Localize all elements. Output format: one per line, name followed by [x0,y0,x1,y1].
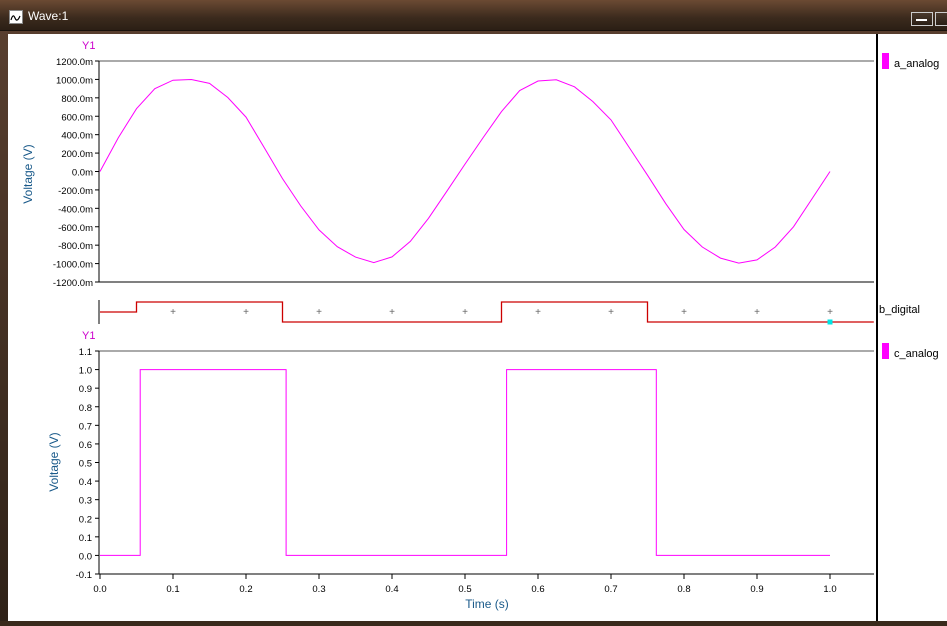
grid-plus: + [243,307,249,318]
x-tick-label: 0.3 [312,584,325,595]
x-tick-label: 0.8 [677,584,690,595]
y-tick-label: 600.0m [61,112,93,123]
y-axis-label-bottom: Voltage (V) [47,432,61,491]
y-tick-label: 800.0m [61,94,93,105]
y-tick-label: 400.0m [61,131,93,142]
x-ticks: 0.0 0.1 0.2 0.3 0.4 0.5 0.6 0.7 0.8 0.9 1.0 [93,574,837,595]
window-title: Wave:1 [28,9,69,23]
legend-swatch-c [882,343,889,359]
legend-swatch-a [882,53,889,69]
x-tick-label: 0.1 [166,584,179,595]
y-tick-label: 0.3 [79,496,92,507]
wave-window: Wave:1 Y1 Voltage (V) 1200.0m 1000.0m 800.… [0,0,947,621]
legend-c-analog: c_analog [894,348,939,360]
waveform-plot: Y1 Voltage (V) 1200.0m 1000.0m 800.0m 600.0… [21,34,939,621]
grid-plus: + [316,307,322,318]
y-tick-label: 0.5 [79,459,92,470]
y-tick-label: 0.1 [79,533,92,544]
grid-plus: + [389,307,395,318]
x-tick-label: 0.9 [750,584,763,595]
y-tick-label: 0.7 [79,421,92,432]
y-tick-label: 0.6 [79,440,92,451]
grid-plus: + [462,307,468,318]
grid-plus: + [535,307,541,318]
y-tick-label: -1000.0m [53,260,93,271]
y-tick-label: -0.1 [76,570,92,581]
maximize-button[interactable] [935,12,947,26]
y-tick-label: -600.0m [58,223,93,234]
title-bar[interactable]: Wave:1 [0,0,947,31]
y-tick-label: 200.0m [61,149,93,160]
y1-tag-bottom: Y1 [82,330,95,342]
y-tick-label: -1200.0m [53,278,93,289]
x-tick-label: 0.7 [604,584,617,595]
y-tick-label: 1.1 [79,347,92,358]
x-tick-label: 0.2 [239,584,252,595]
y-ticks-top: 1200.0m 1000.0m 800.0m 600.0m 400.0m 200.0m 0.… [53,57,99,289]
y-tick-label: -400.0m [58,204,93,215]
y-tick-label: -800.0m [58,241,93,252]
y-tick-label: 0.2 [79,514,92,525]
grid-plus: + [681,307,687,318]
y-tick-label: 0.4 [79,477,92,488]
x-axis-label: Time (s) [465,597,509,611]
y-tick-label: 1.0 [79,366,92,377]
y-tick-label: -200.0m [58,186,93,197]
legend-a-analog: a_analog [894,58,939,70]
waveform-icon [9,10,23,24]
y-tick-label: 1200.0m [56,57,93,68]
grid-plus: + [608,307,614,318]
y-tick-label: 0.0m [72,168,93,179]
minimize-button[interactable] [911,12,933,26]
y-tick-label: 1000.0m [56,75,93,86]
y-tick-label: 0.0 [79,551,92,562]
cursor-marker[interactable] [827,319,833,325]
x-tick-label: 0.0 [93,584,106,595]
y-ticks-bottom: 1.1 1.0 0.9 0.8 0.7 0.6 0.5 0.4 0.3 0.2 0.1 0.0 -0.1 [76,347,99,581]
series-c-analog [100,369,830,556]
y1-tag-top: Y1 [82,40,95,52]
legend-b-digital: b_digital [879,304,920,316]
y-axis-label-top: Voltage (V) [21,144,35,203]
minimize-icon [916,19,927,21]
x-tick-label: 0.4 [385,584,398,595]
y-tick-label: 0.9 [79,384,92,395]
grid-plus: + [170,307,176,318]
x-tick-label: 0.6 [531,584,544,595]
grid-plus: + [827,307,833,318]
grid-plus: + [754,307,760,318]
x-tick-label: 0.5 [458,584,471,595]
series-a-analog [99,78,831,264]
plot-canvas: Y1 Voltage (V) 1200.0m 1000.0m 800.0m 600.0… [8,34,947,621]
x-tick-label: 1.0 [823,584,836,595]
y-tick-label: 0.8 [79,403,92,414]
